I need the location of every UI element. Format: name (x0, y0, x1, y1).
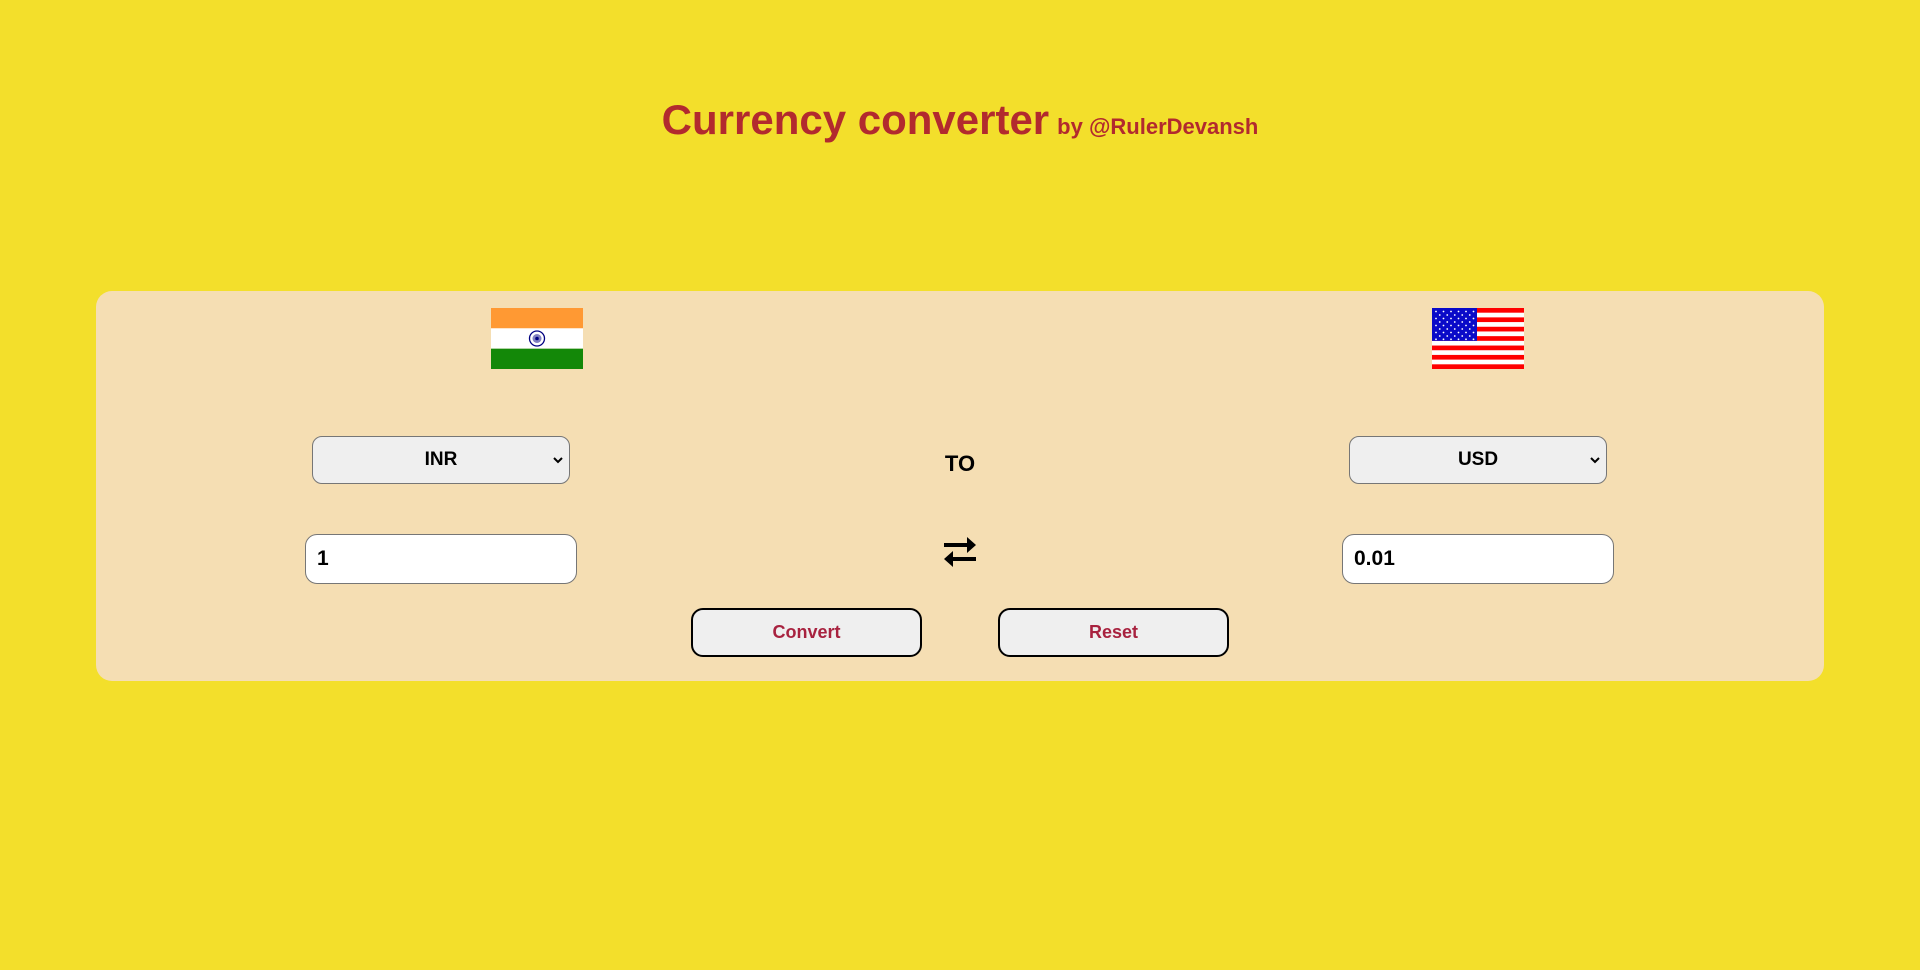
to-label: TO (944, 451, 976, 476)
chevron-down-icon (1589, 437, 1601, 483)
from-amount-input[interactable] (305, 534, 577, 584)
from-currency-select[interactable]: INR (312, 436, 570, 484)
author-byline: by @RulerDevansh (1057, 114, 1259, 139)
page-header: Currency converter by @RulerDevansh (0, 96, 1920, 144)
swap-arrows-icon[interactable] (942, 534, 978, 570)
page-title: Currency converter (661, 96, 1050, 143)
chevron-down-icon (552, 437, 564, 483)
india-flag-icon (491, 308, 583, 369)
to-currency-value: USD (1457, 449, 1499, 470)
to-amount-input[interactable] (1342, 534, 1614, 584)
from-currency-value: INR (424, 449, 458, 470)
reset-button[interactable]: Reset (998, 608, 1229, 657)
usa-flag-icon (1432, 308, 1524, 369)
converter-card: INR TO USD Convert Reset (96, 291, 1824, 681)
convert-button[interactable]: Convert (691, 608, 922, 657)
to-currency-select[interactable]: USD (1349, 436, 1607, 484)
